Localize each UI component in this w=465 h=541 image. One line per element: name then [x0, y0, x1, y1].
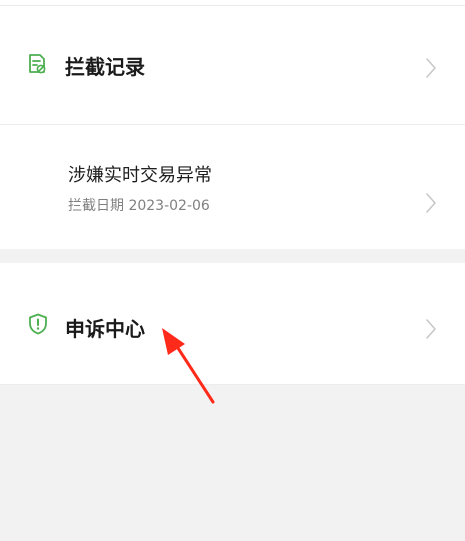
intercept-records-title: 拦截记录 [65, 55, 145, 79]
record-check-icon [29, 54, 46, 74]
appeal-divider [0, 384, 465, 385]
chevron-right-icon [426, 193, 436, 213]
appeal-center-title: 申诉中心 [65, 317, 145, 341]
intercept-records-row[interactable]: 拦截记录 [0, 6, 465, 124]
record-list-item[interactable]: 涉嫌实时交易异常 拦截日期 2023-02-06 [0, 125, 465, 249]
appeal-center-row[interactable]: 申诉中心 [0, 263, 465, 384]
chevron-right-icon [426, 58, 436, 78]
chevron-right-icon [426, 319, 436, 339]
record-item-title: 涉嫌实时交易异常 [68, 165, 212, 186]
record-item-date: 拦截日期 2023-02-06 [68, 198, 210, 214]
shield-alert-icon [29, 313, 47, 335]
